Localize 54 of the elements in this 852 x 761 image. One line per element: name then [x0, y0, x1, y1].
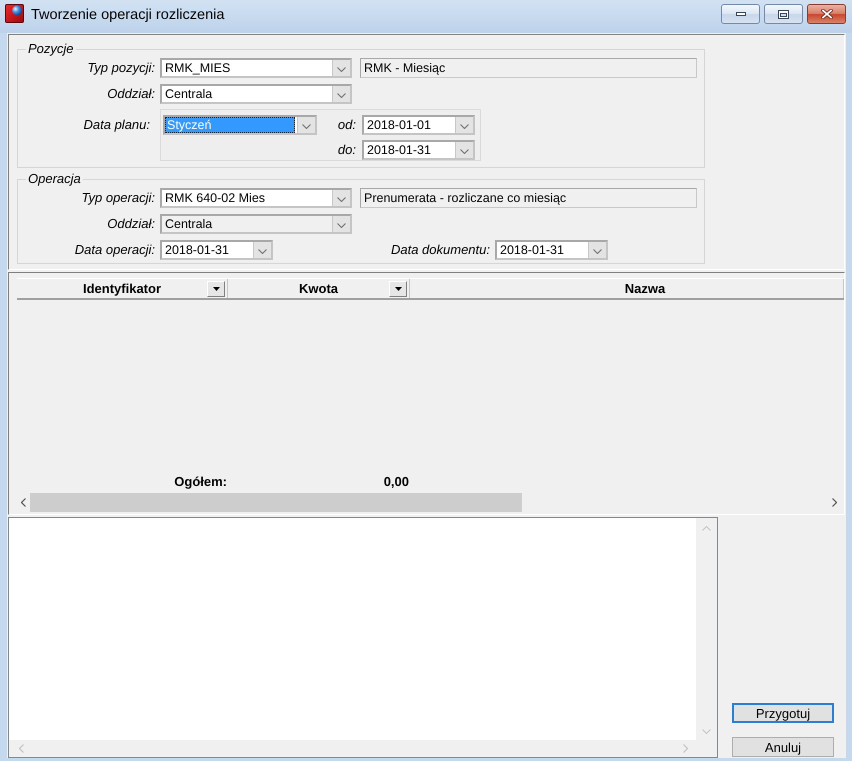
close-icon [820, 9, 832, 19]
dropdown[interactable]: Centrala [160, 84, 352, 104]
caret-down-icon [212, 286, 220, 290]
date-field[interactable]: 2018-01-31 [362, 140, 475, 160]
field-label: od: [336, 116, 356, 134]
maximize-button[interactable] [764, 4, 803, 24]
chevron-down-icon [337, 196, 346, 202]
chevron-up-icon[interactable] [702, 526, 711, 531]
chevron-down-icon [302, 124, 311, 128]
column-header[interactable]: Identyfikator [17, 279, 228, 298]
dialog-button[interactable]: Anuluj [732, 737, 834, 757]
chevron-down-icon [593, 248, 602, 254]
window-title: Tworzenie operacji rozliczenia [31, 6, 224, 25]
field-label: Data operacji: [74, 241, 156, 259]
app-icon [5, 4, 24, 23]
dropdown[interactable]: RMK 640-02 Mies [160, 188, 352, 208]
description-field: RMK - Miesiąc [360, 58, 697, 78]
scrollbar-thumb[interactable] [30, 493, 522, 512]
column-filter-button[interactable] [207, 280, 225, 296]
column-header[interactable]: Kwota [228, 279, 410, 298]
chevron-down-icon [460, 148, 469, 154]
minimize-icon [736, 12, 746, 16]
group-label: Operacja [27, 172, 82, 186]
total-value: 0,00 [382, 474, 410, 490]
caret-down-icon [394, 286, 402, 290]
total-label: Ogółem: [173, 474, 228, 490]
dialog-button[interactable]: Przygotuj [732, 703, 834, 723]
field-label: Data planu: [82, 116, 151, 134]
close-button[interactable] [807, 4, 846, 24]
chevron-down-icon [460, 124, 469, 128]
chevron-left-icon[interactable] [21, 498, 26, 507]
chevron-down-icon[interactable] [702, 729, 711, 734]
field-label: Data dokumentu: [390, 241, 491, 259]
column-filter-button[interactable] [389, 280, 407, 296]
date-field[interactable]: 2018-01-31 [495, 240, 608, 260]
chevron-down-icon [337, 92, 346, 98]
dropdown[interactable]: RMK_MIES [160, 58, 352, 78]
maximize-icon [778, 10, 789, 18]
minimize-button[interactable] [721, 4, 760, 24]
chevron-right-icon[interactable] [832, 498, 837, 507]
description-field: Prenumerata - rozliczane co miesiąc [360, 188, 697, 208]
chevron-down-icon [337, 66, 346, 72]
date-field[interactable]: 2018-01-01 [362, 115, 475, 135]
field-label: Oddział: [106, 215, 156, 233]
chevron-down-icon [258, 248, 267, 254]
date-field[interactable]: 2018-01-31 [160, 240, 273, 260]
text-area[interactable] [8, 517, 718, 758]
chevron-down-icon [337, 222, 346, 228]
field-label: Typ pozycji: [86, 59, 156, 77]
column-header[interactable]: Nazwa [410, 279, 844, 298]
field-label: do: [336, 141, 356, 159]
group-label: Pozycje [27, 42, 75, 56]
field-label: Oddział: [106, 85, 156, 103]
field-label: Typ operacji: [80, 189, 156, 207]
